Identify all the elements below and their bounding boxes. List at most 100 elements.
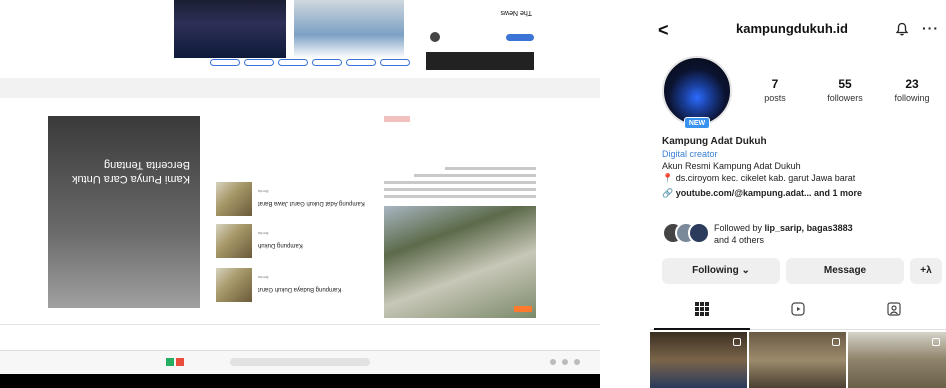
header-image-house [294, 0, 404, 58]
post-thumbnail[interactable] [749, 332, 846, 388]
avatar [430, 32, 440, 42]
tag-pill[interactable] [346, 59, 376, 66]
stat-followers[interactable]: 55 followers [815, 77, 875, 103]
stat-value: 7 [771, 77, 779, 91]
profile-name: Kampung Adat Dukuh [662, 136, 767, 147]
flipped-page: Kami Punya Cara Untuk Bercerita Tentang … [0, 0, 600, 388]
list-thumbnail [216, 268, 252, 302]
tag-pill[interactable] [380, 59, 410, 66]
chevron-left-icon[interactable]: < [658, 20, 669, 41]
green-tab-icon [166, 358, 174, 366]
avatar [688, 222, 710, 244]
tag-pill[interactable] [312, 59, 342, 66]
stat-following[interactable]: 23 following [882, 77, 942, 103]
add-person-button[interactable]: +λ [910, 258, 942, 284]
link-icon: 🔗 [662, 188, 674, 198]
list-item-title: Kampung Dukuh [258, 242, 303, 248]
tag-pills [180, 59, 410, 72]
side-article-text [384, 163, 536, 198]
screen-composite: Kami Punya Cara Untuk Bercerita Tentang … [0, 0, 946, 388]
section-divider [0, 78, 600, 98]
profile-link[interactable]: youtube.com/@kampung.adat... [676, 188, 812, 198]
side-article[interactable] [384, 108, 536, 318]
header-image-night [174, 0, 286, 58]
profile-actions: Following ⌄ Message +λ [662, 258, 942, 286]
post-thumbnail[interactable] [650, 332, 747, 388]
stat-value: 23 [905, 77, 919, 91]
reel-icon [832, 338, 840, 346]
orange-badge [514, 306, 532, 312]
multi-post-icon [932, 338, 940, 346]
follower-avatars [662, 222, 710, 246]
list-item-title: Kampung Budaya Dukuh Garut [258, 286, 342, 292]
page-footer-links [0, 324, 600, 350]
red-tab-icon [176, 358, 184, 366]
tag-pill[interactable] [278, 59, 308, 66]
featured-article-card[interactable]: Kami Punya Cara Untuk Bercerita Tentang [48, 116, 200, 308]
side-article-image [384, 206, 536, 318]
followed-by[interactable]: Followed by lip_sarip, bagas3883 and 4 o… [662, 220, 942, 248]
post-grid [650, 332, 946, 388]
browser-dot [550, 359, 556, 365]
bio-link-row[interactable]: 🔗 youtube.com/@kampung.adat... and 1 mor… [662, 187, 942, 199]
browser-dot [562, 359, 568, 365]
bio-line: ds.ciroyom kec. cikelet kab. garut Jawa … [675, 173, 856, 183]
subscribe-button[interactable] [506, 34, 534, 41]
list-item[interactable]: Kampung Budaya Dukuh Garut Berita [216, 266, 376, 302]
profile-username: kampungdukuh.id [736, 21, 848, 36]
bio-line: Akun Resmi Kampung Adat Dukuh [662, 161, 801, 171]
taskbar-band [0, 374, 600, 388]
post-thumbnail[interactable] [848, 332, 946, 388]
stat-posts[interactable]: 7 posts [745, 77, 805, 103]
followed-by-names: lip_sarip, bagas3883 [764, 223, 853, 233]
list-item-date: Berita [258, 275, 269, 280]
location-pin-icon: 📍 [662, 173, 674, 183]
profile-avatar[interactable] [662, 56, 732, 126]
stat-label: posts [764, 93, 786, 103]
stat-label: following [894, 93, 930, 103]
category-tag [384, 116, 410, 122]
following-button[interactable]: Following ⌄ [662, 258, 780, 284]
list-thumbnail [216, 182, 252, 216]
browser-bar [0, 350, 600, 374]
profile-bio: Kampung Adat Dukuh Digital creator Akun … [662, 136, 942, 199]
instagram-profile: < kampungdukuh.id ··· NEW 7 posts 55 fol… [650, 0, 946, 388]
stat-value: 55 [838, 77, 852, 91]
list-item-title: Kampung Adat Dukuh Garut Jawa Barat [258, 200, 365, 206]
section-heading: The News [500, 9, 532, 16]
list-item-date: Berita [258, 189, 269, 194]
featured-article-title: Kami Punya Cara Untuk Bercerita Tentang [72, 159, 190, 185]
grid-icon [695, 302, 709, 316]
profile-header: < kampungdukuh.id ··· [650, 0, 946, 60]
bell-icon[interactable] [895, 22, 909, 36]
reels-icon [791, 302, 805, 316]
url-bar[interactable] [230, 358, 370, 366]
tagged-icon [887, 302, 901, 316]
header-images [174, 0, 404, 58]
list-item[interactable]: Kampung Adat Dukuh Garut Jawa Barat Beri… [216, 180, 376, 216]
list-item-date: Berita [258, 231, 269, 236]
followed-by-suffix: and 4 others [714, 235, 765, 245]
comment-row [426, 30, 534, 44]
tab-grid[interactable] [654, 302, 750, 330]
tag-pill[interactable] [244, 59, 274, 66]
more-horizontal-icon[interactable]: ··· [922, 20, 939, 36]
tab-tagged[interactable] [846, 302, 942, 330]
website-screenshot-flipped: Kami Punya Cara Untuk Bercerita Tentang … [0, 0, 600, 388]
followed-by-text: Followed by lip_sarip, bagas3883 and 4 o… [714, 222, 944, 246]
tag-pill[interactable] [210, 59, 240, 66]
browser-dot [574, 359, 580, 365]
tab-reels[interactable] [750, 302, 846, 330]
bio-location: 📍 ds.ciroyom kec. cikelet kab. garut Jaw… [662, 172, 942, 184]
followed-by-prefix: Followed by [714, 223, 763, 233]
dark-banner [426, 52, 534, 70]
profile-category: Digital creator [662, 149, 718, 159]
multi-post-icon [733, 338, 741, 346]
list-thumbnail [216, 224, 252, 258]
profile-tabs [650, 296, 946, 330]
new-badge: NEW [684, 117, 710, 129]
list-item[interactable]: Kampung Dukuh Berita [216, 222, 376, 258]
message-button[interactable]: Message [786, 258, 904, 284]
profile-link-more[interactable]: and 1 more [814, 188, 862, 198]
stat-label: followers [827, 93, 863, 103]
